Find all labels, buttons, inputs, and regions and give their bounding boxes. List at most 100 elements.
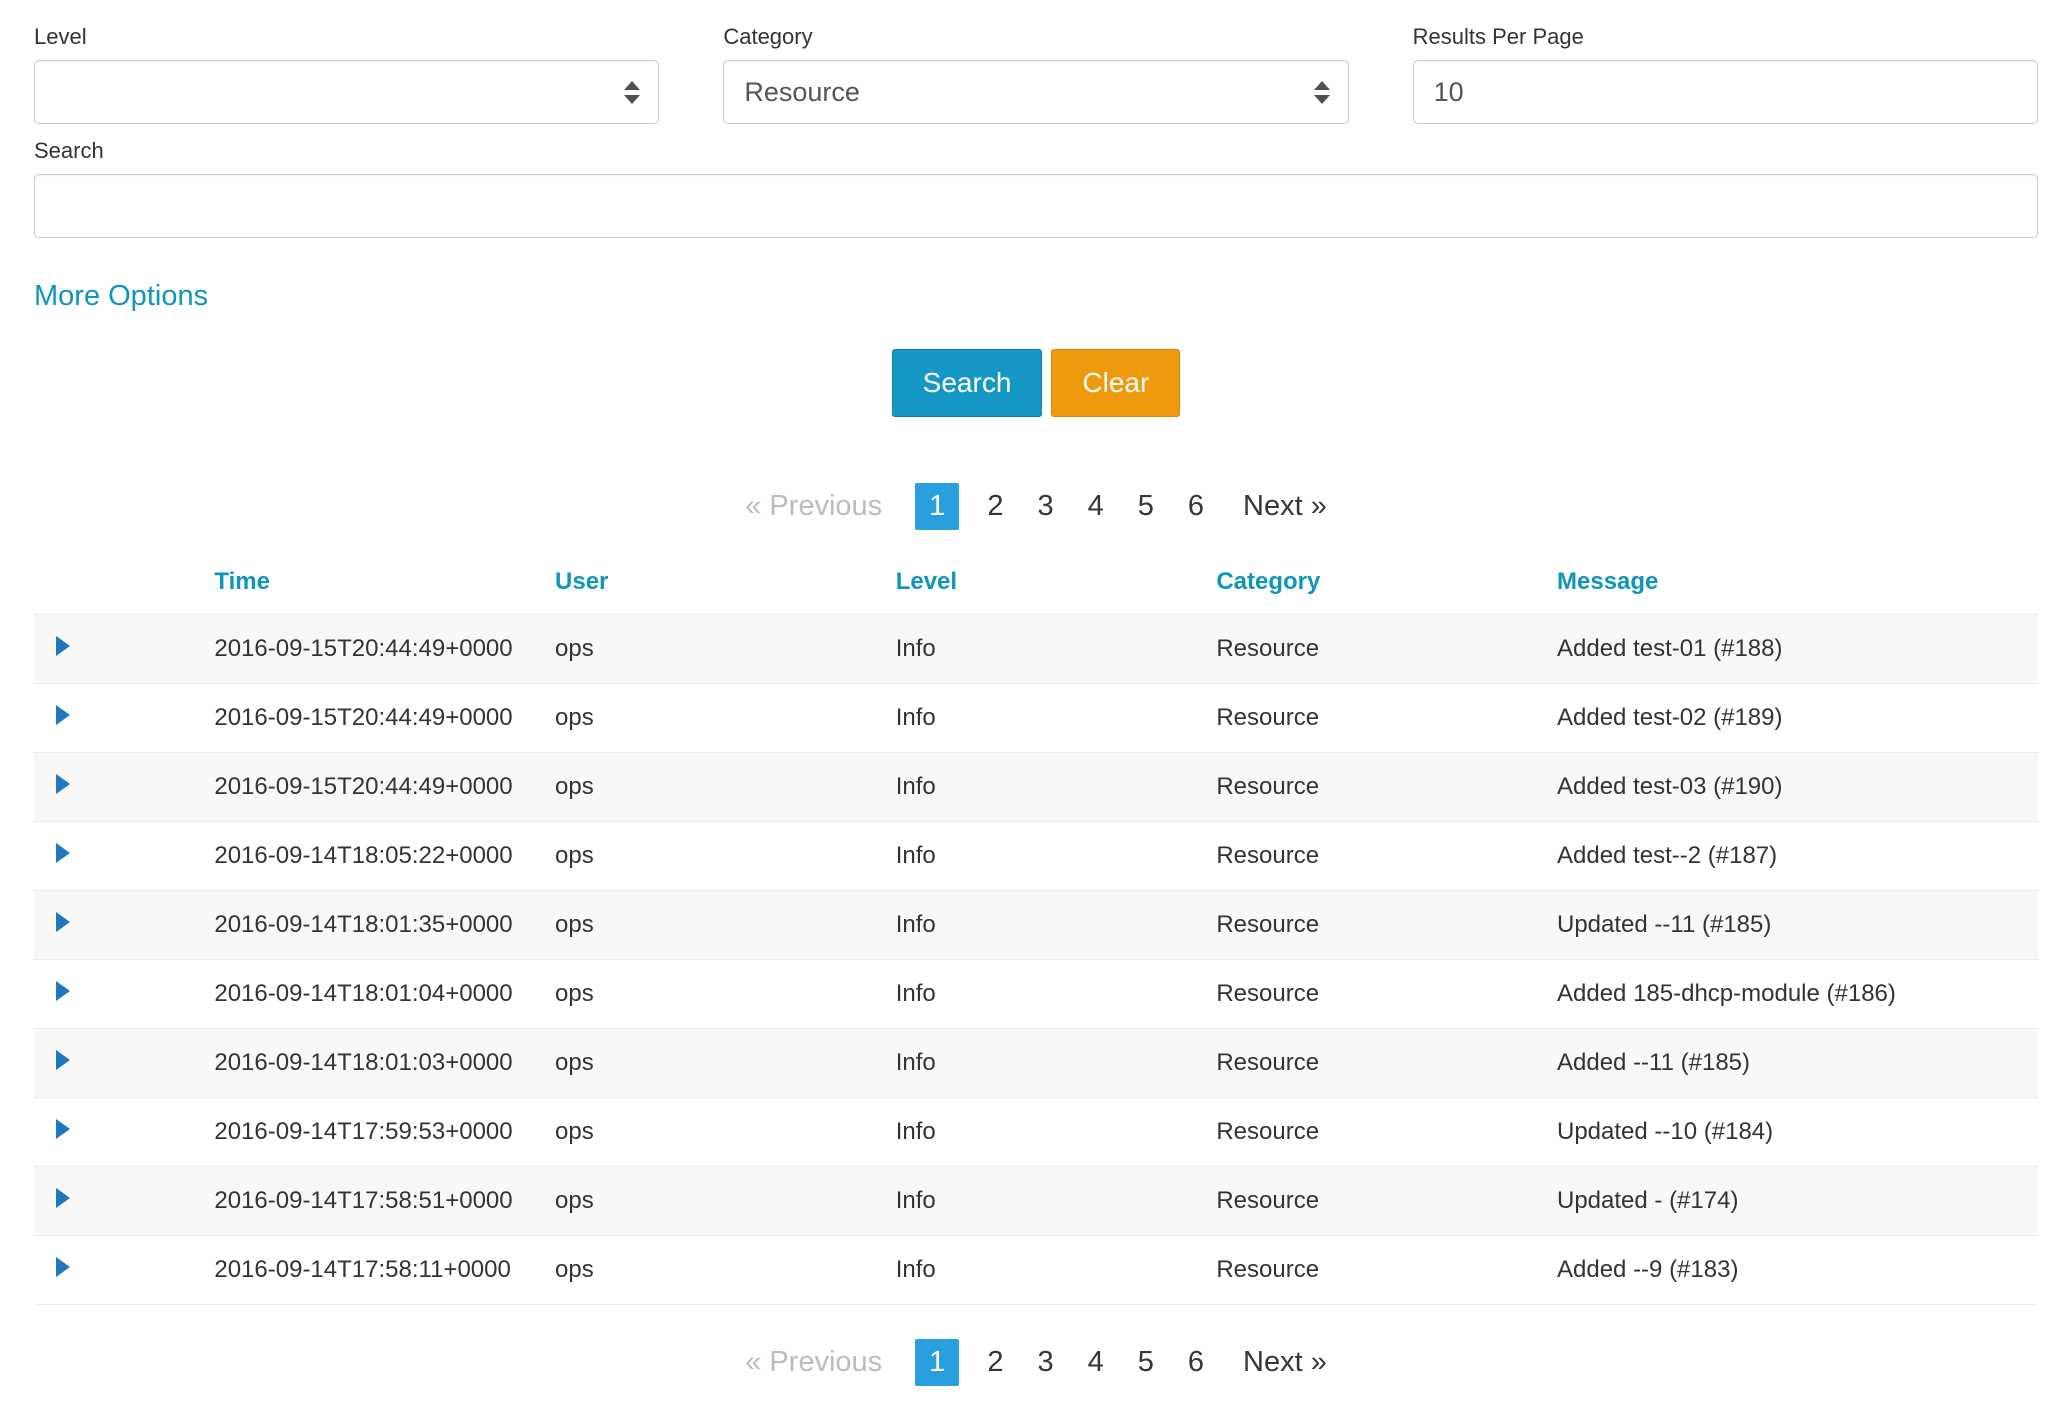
pagination-page-2[interactable]: 2 — [981, 483, 1009, 530]
cell-category: Resource — [1216, 891, 1557, 960]
expand-row-icon[interactable] — [56, 636, 70, 656]
expand-cell — [34, 615, 214, 684]
cell-level: Info — [896, 753, 1217, 822]
more-options-link[interactable]: More Options — [34, 280, 208, 313]
column-header-user[interactable]: User — [555, 556, 896, 615]
expand-row-icon[interactable] — [56, 843, 70, 863]
cell-level: Info — [896, 1236, 1217, 1305]
cell-category: Resource — [1216, 684, 1557, 753]
search-input[interactable] — [34, 174, 2038, 238]
pagination-page-1[interactable]: 1 — [915, 1339, 959, 1386]
cell-time: 2016-09-14T17:58:11+0000 — [214, 1236, 555, 1305]
select-caret-icon — [1314, 81, 1330, 104]
cell-time: 2016-09-14T18:01:04+0000 — [214, 960, 555, 1029]
cell-message: Updated --10 (#184) — [1557, 1098, 2038, 1167]
pagination-previous[interactable]: « Previous — [745, 1346, 882, 1379]
button-row: Search Clear — [34, 349, 2038, 417]
expand-row-icon[interactable] — [56, 912, 70, 932]
table-row: 2016-09-14T18:01:04+0000opsInfoResourceA… — [34, 960, 2038, 1029]
cell-message: Added --9 (#183) — [1557, 1236, 2038, 1305]
level-select[interactable] — [34, 60, 659, 124]
expand-row-icon[interactable] — [56, 1188, 70, 1208]
expand-row-icon[interactable] — [56, 1257, 70, 1277]
cell-level: Info — [896, 891, 1217, 960]
expand-row-icon[interactable] — [56, 705, 70, 725]
cell-user: ops — [555, 753, 896, 822]
cell-time: 2016-09-15T20:44:49+0000 — [214, 615, 555, 684]
expand-cell — [34, 1029, 214, 1098]
pagination-page-3[interactable]: 3 — [1031, 483, 1059, 530]
expand-cell — [34, 1098, 214, 1167]
cell-message: Updated - (#174) — [1557, 1167, 2038, 1236]
table-row: 2016-09-14T17:58:51+0000opsInfoResourceU… — [34, 1167, 2038, 1236]
cell-message: Updated --11 (#185) — [1557, 891, 2038, 960]
expand-cell — [34, 753, 214, 822]
pagination-previous[interactable]: « Previous — [745, 490, 882, 523]
pagination-page-6[interactable]: 6 — [1182, 1339, 1210, 1386]
cell-user: ops — [555, 1167, 896, 1236]
cell-user: ops — [555, 822, 896, 891]
cell-time: 2016-09-14T18:01:03+0000 — [214, 1029, 555, 1098]
cell-time: 2016-09-14T17:58:51+0000 — [214, 1167, 555, 1236]
column-header-message[interactable]: Message — [1557, 556, 2038, 615]
table-row: 2016-09-14T18:05:22+0000opsInfoResourceA… — [34, 822, 2038, 891]
category-filter-group: Category Resource — [723, 24, 1348, 124]
pagination-page-2[interactable]: 2 — [981, 1339, 1009, 1386]
table-row: 2016-09-15T20:44:49+0000opsInfoResourceA… — [34, 615, 2038, 684]
table-row: 2016-09-15T20:44:49+0000opsInfoResourceA… — [34, 684, 2038, 753]
cell-level: Info — [896, 822, 1217, 891]
log-table: TimeUserLevelCategoryMessage 2016-09-15T… — [34, 556, 2038, 1305]
pagination-bottom: « Previous 123456 Next » — [34, 1339, 2038, 1386]
category-select[interactable]: Resource — [723, 60, 1348, 124]
expand-row-icon[interactable] — [56, 1119, 70, 1139]
cell-category: Resource — [1216, 753, 1557, 822]
search-group: Search — [34, 138, 2038, 238]
pagination-page-6[interactable]: 6 — [1182, 483, 1210, 530]
expand-cell — [34, 822, 214, 891]
cell-category: Resource — [1216, 1098, 1557, 1167]
clear-button[interactable]: Clear — [1051, 349, 1180, 417]
column-header-level[interactable]: Level — [896, 556, 1217, 615]
expand-row-icon[interactable] — [56, 774, 70, 794]
cell-message: Added test-03 (#190) — [1557, 753, 2038, 822]
column-header-time[interactable]: Time — [214, 556, 555, 615]
cell-user: ops — [555, 684, 896, 753]
cell-user: ops — [555, 1098, 896, 1167]
table-row: 2016-09-14T17:59:53+0000opsInfoResourceU… — [34, 1098, 2038, 1167]
pagination-page-4[interactable]: 4 — [1082, 1339, 1110, 1386]
cell-category: Resource — [1216, 822, 1557, 891]
cell-time: 2016-09-15T20:44:49+0000 — [214, 684, 555, 753]
search-label: Search — [34, 138, 2038, 164]
pagination-page-1[interactable]: 1 — [915, 483, 959, 530]
cell-category: Resource — [1216, 615, 1557, 684]
pagination-page-5[interactable]: 5 — [1132, 483, 1160, 530]
pagination-next[interactable]: Next » — [1243, 1346, 1327, 1379]
results-per-page-input[interactable] — [1413, 60, 2038, 124]
level-label: Level — [34, 24, 659, 50]
cell-time: 2016-09-14T18:05:22+0000 — [214, 822, 555, 891]
select-caret-icon — [624, 81, 640, 104]
pagination-next[interactable]: Next » — [1243, 490, 1327, 523]
cell-message: Added test--2 (#187) — [1557, 822, 2038, 891]
cell-user: ops — [555, 891, 896, 960]
pagination-page-5[interactable]: 5 — [1132, 1339, 1160, 1386]
cell-time: 2016-09-14T17:59:53+0000 — [214, 1098, 555, 1167]
filters-row: Level Category Resource Results Per Page — [34, 24, 2038, 124]
pagination-page-4[interactable]: 4 — [1082, 483, 1110, 530]
expand-row-icon[interactable] — [56, 981, 70, 1001]
column-header-category[interactable]: Category — [1216, 556, 1557, 615]
cell-message: Added test-01 (#188) — [1557, 615, 2038, 684]
cell-time: 2016-09-15T20:44:49+0000 — [214, 753, 555, 822]
expand-row-icon[interactable] — [56, 1050, 70, 1070]
cell-user: ops — [555, 1236, 896, 1305]
results-per-page-label: Results Per Page — [1413, 24, 2038, 50]
cell-category: Resource — [1216, 1236, 1557, 1305]
cell-time: 2016-09-14T18:01:35+0000 — [214, 891, 555, 960]
cell-message: Added test-02 (#189) — [1557, 684, 2038, 753]
category-label: Category — [723, 24, 1348, 50]
pagination-page-3[interactable]: 3 — [1031, 1339, 1059, 1386]
expand-cell — [34, 891, 214, 960]
search-button[interactable]: Search — [892, 349, 1043, 417]
cell-message: Added 185-dhcp-module (#186) — [1557, 960, 2038, 1029]
category-select-value: Resource — [744, 77, 860, 108]
